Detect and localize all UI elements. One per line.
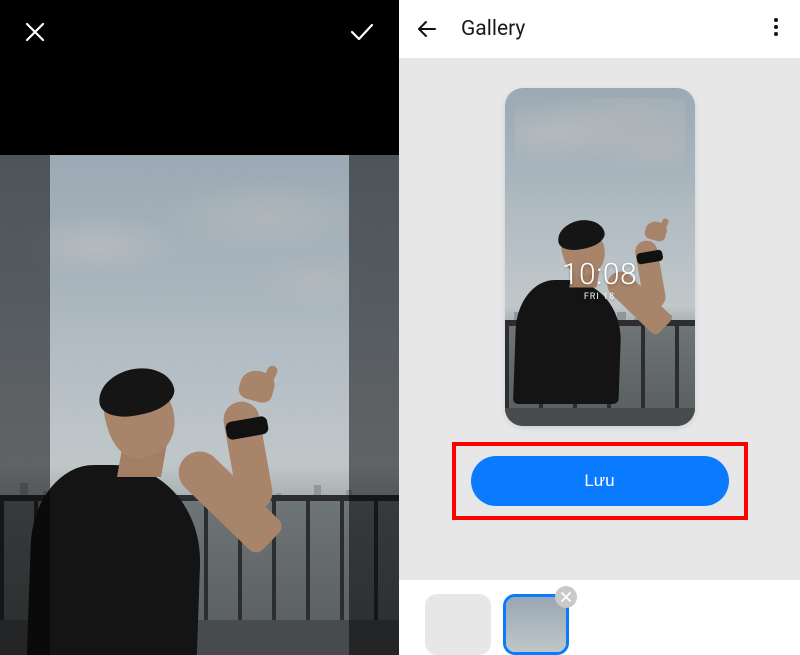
wallpaper-preview-zone: 10:08 FRI 18 Lưu [399, 58, 800, 580]
lockscreen-preview[interactable]: 10:08 FRI 18 [505, 88, 695, 426]
check-icon[interactable] [349, 21, 375, 43]
more-icon[interactable] [768, 12, 784, 46]
crop-mask-left [0, 155, 50, 655]
thumbnail-empty[interactable] [425, 594, 491, 655]
photo-person [20, 365, 280, 655]
crop-photo-area[interactable] [0, 155, 399, 655]
thumbnail-selected-wrapper [503, 594, 569, 655]
thumbnail-photo [506, 597, 566, 652]
save-button[interactable]: Lưu [471, 456, 729, 506]
lockscreen-time: 10:08 [505, 260, 695, 290]
back-icon[interactable] [415, 17, 439, 41]
crop-editor-panel [0, 0, 399, 655]
crop-editor-header [0, 0, 399, 64]
lockscreen-date: FRI 18 [505, 292, 695, 302]
lockscreen-clock: 10:08 FRI 18 [505, 260, 695, 302]
thumbnail-remove-icon[interactable] [555, 586, 577, 608]
close-icon[interactable] [24, 21, 46, 43]
gallery-panel: Gallery [399, 0, 800, 655]
crop-mask-right [349, 155, 399, 655]
gallery-header: Gallery [399, 0, 800, 58]
thumbnail-strip [399, 580, 800, 655]
page-title: Gallery [461, 17, 525, 41]
